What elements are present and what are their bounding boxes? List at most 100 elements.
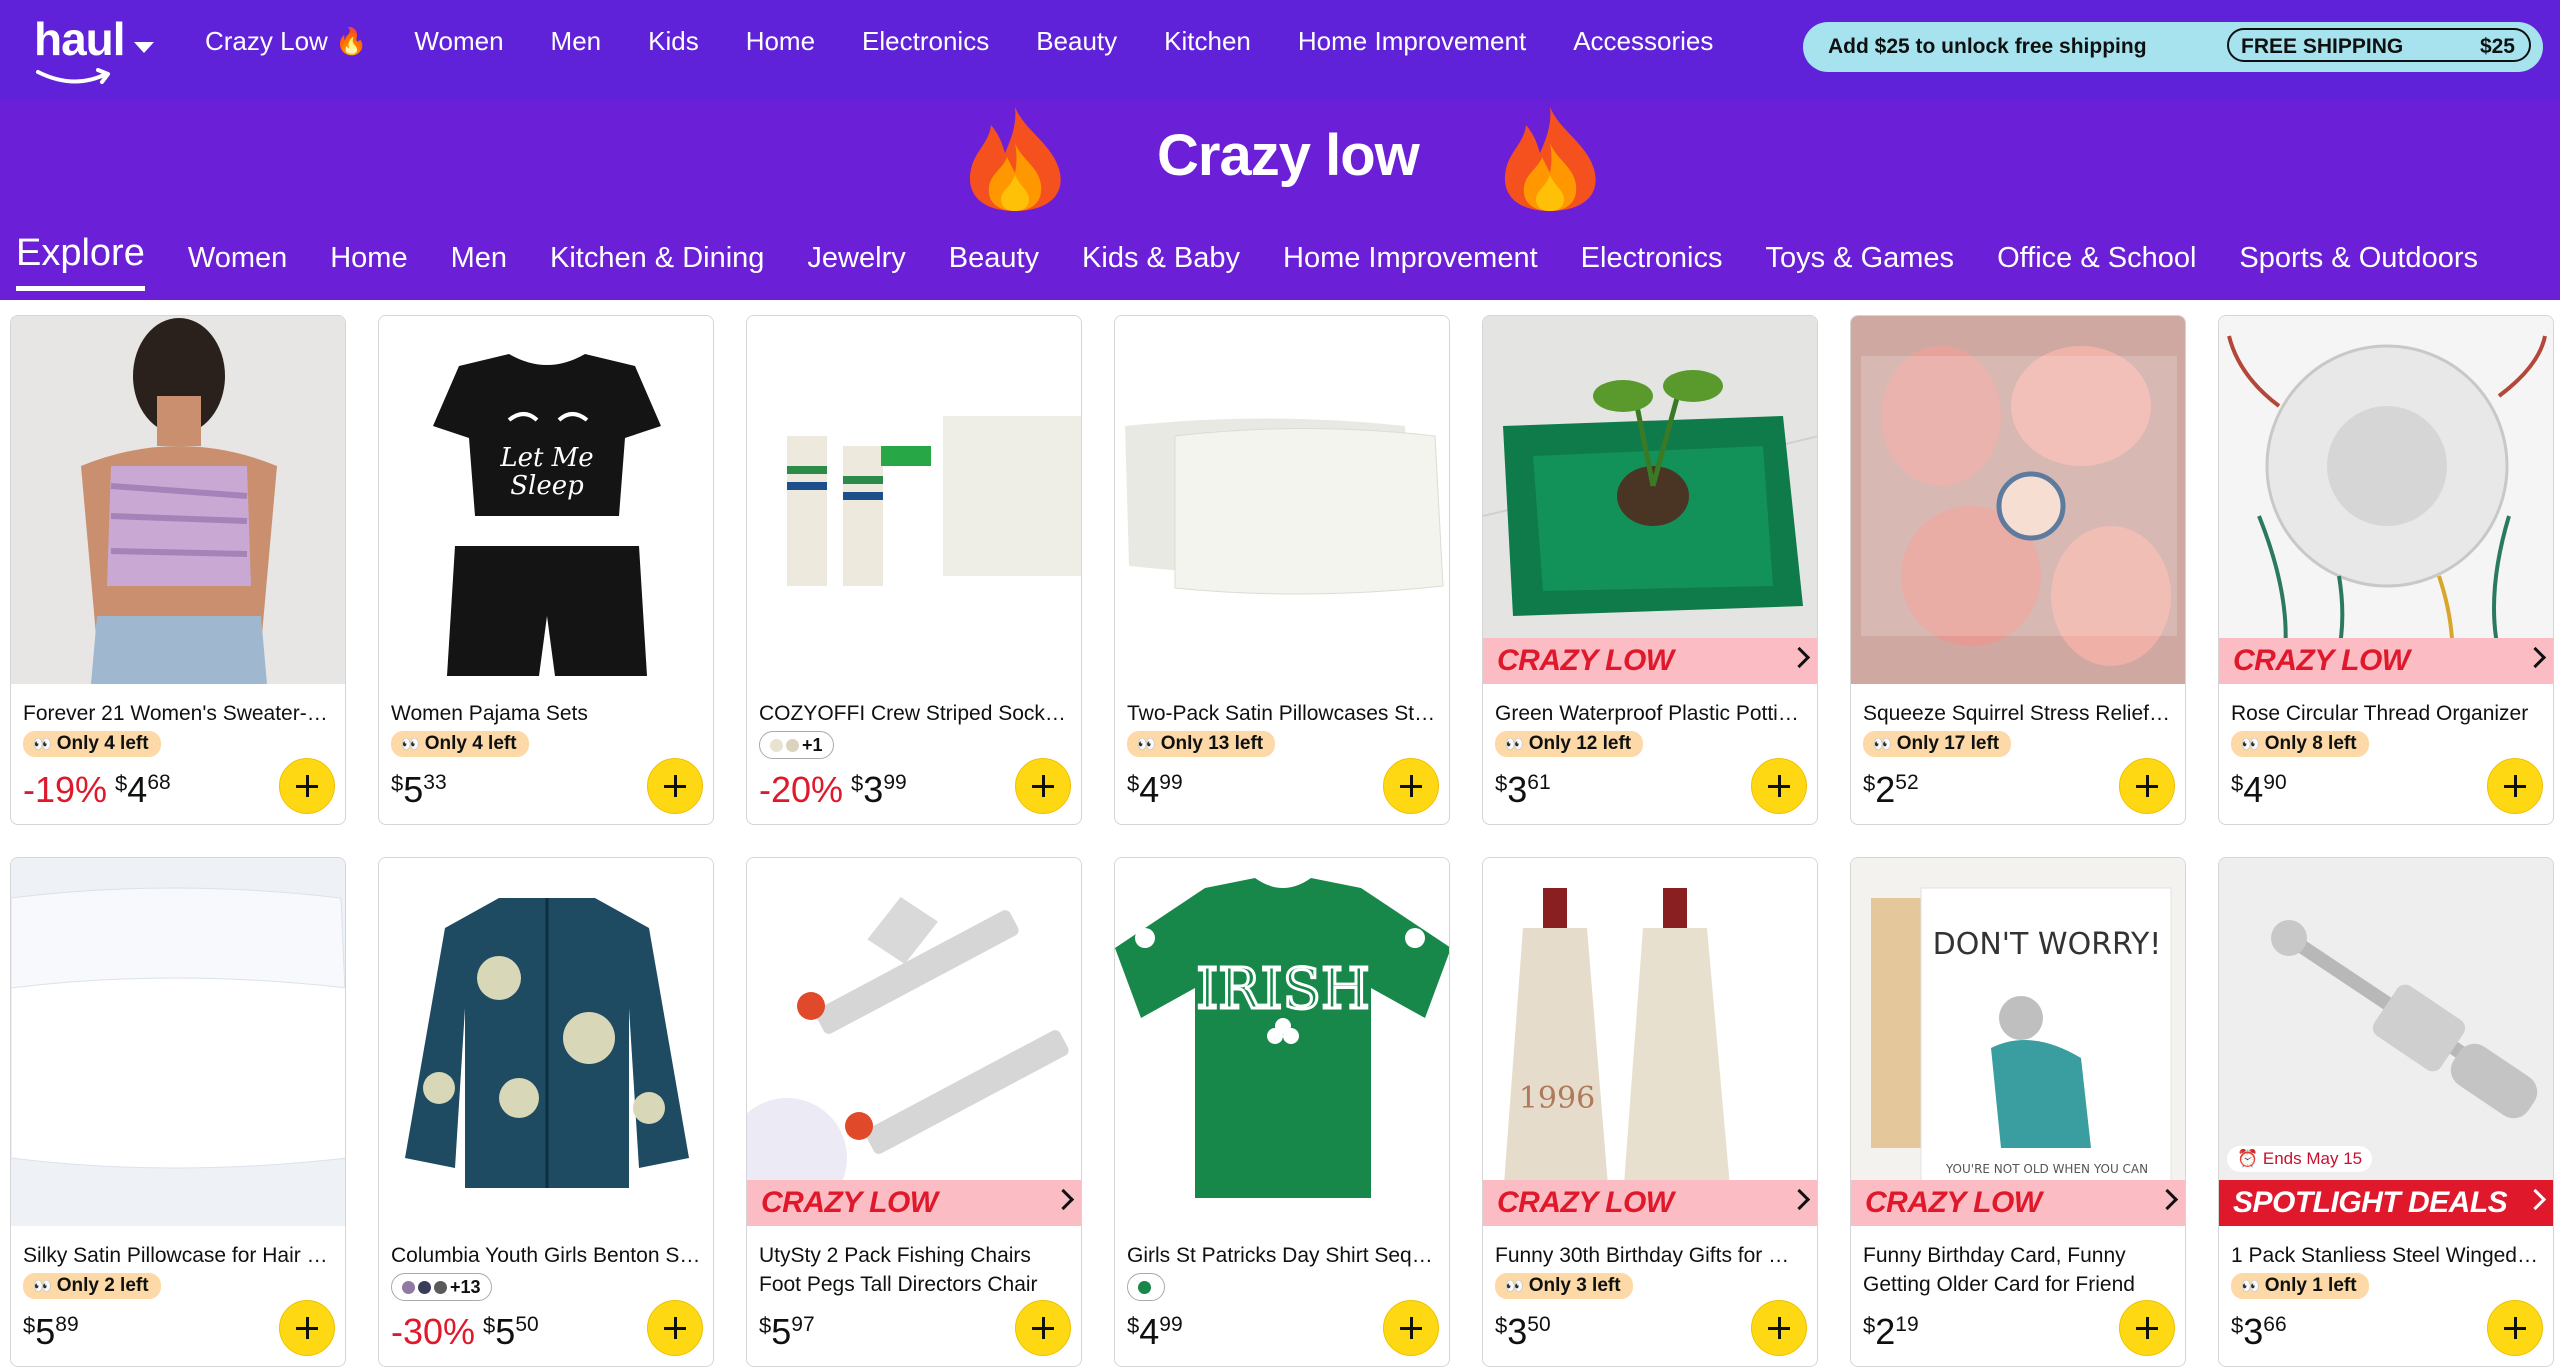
crazy-low-banner[interactable]: CRAZY LOW <box>2219 638 2553 684</box>
product-title[interactable]: Silky Satin Pillowcase for Hair and Skin <box>23 1241 335 1270</box>
nav-home[interactable]: Home <box>746 26 815 57</box>
product-image[interactable]: IRISH <box>1115 858 1449 1226</box>
add-to-cart-button[interactable] <box>279 1300 335 1356</box>
add-to-cart-button[interactable] <box>1015 758 1071 814</box>
crazy-low-banner[interactable]: CRAZY LOW <box>1483 1180 1817 1226</box>
product-title[interactable]: Funny 30th Birthday Gifts for Women <box>1495 1241 1807 1270</box>
product-card[interactable]: COZYOFFI Crew Striped Socks for Women +1… <box>746 315 1082 825</box>
add-to-cart-button[interactable] <box>647 1300 703 1356</box>
add-to-cart-button[interactable] <box>2487 1300 2543 1356</box>
product-title[interactable]: Funny Birthday Card, Funny Getting Older… <box>1863 1241 2175 1299</box>
product-image[interactable]: Let Me Sleep <box>379 316 713 684</box>
tab-home-improvement[interactable]: Home Improvement <box>1283 242 1538 275</box>
nav-kids[interactable]: Kids <box>648 26 699 57</box>
nav-men[interactable]: Men <box>551 26 602 57</box>
color-swatches[interactable]: +1 <box>759 731 834 759</box>
tab-electronics[interactable]: Electronics <box>1581 242 1723 275</box>
product-card[interactable]: Columbia Youth Girls Benton Springs Flee… <box>378 857 714 1367</box>
product-image[interactable] <box>11 316 345 684</box>
chevron-right-icon <box>2524 646 2547 669</box>
product-image[interactable] <box>1115 316 1449 684</box>
add-to-cart-button[interactable] <box>2487 758 2543 814</box>
tab-men[interactable]: Men <box>451 242 507 275</box>
tab-kitchen-dining[interactable]: Kitchen & Dining <box>550 242 764 275</box>
product-card[interactable]: CRAZY LOW UtySty 2 Pack Fishing Chairs F… <box>746 857 1082 1367</box>
haul-logo[interactable]: haul <box>34 12 164 90</box>
product-image[interactable] <box>747 316 1081 684</box>
shipping-message: Add $25 to unlock free shipping <box>1828 35 2147 58</box>
product-image[interactable] <box>11 858 345 1226</box>
product-card[interactable]: Silky Satin Pillowcase for Hair and Skin… <box>10 857 346 1367</box>
free-shipping-progress[interactable]: Add $25 to unlock free shipping FREE SHI… <box>1803 22 2543 72</box>
product-card[interactable]: Let Me Sleep Women Pajama Sets 👀 Only 4 l… <box>378 315 714 825</box>
product-title[interactable]: 1 Pack Stanliess Steel Winged Corkscrew <box>2231 1241 2543 1270</box>
nav-home-improvement[interactable]: Home Improvement <box>1298 26 1526 57</box>
tab-jewelry[interactable]: Jewelry <box>807 242 905 275</box>
chevron-down-icon[interactable] <box>134 42 154 53</box>
add-to-cart-button[interactable] <box>2119 1300 2175 1356</box>
tab-sports-outdoors[interactable]: Sports & Outdoors <box>2239 242 2478 275</box>
smile-icon <box>36 68 110 84</box>
nav-women[interactable]: Women <box>414 26 503 57</box>
crazy-low-banner[interactable]: CRAZY LOW <box>747 1180 1081 1226</box>
product-title[interactable]: UtySty 2 Pack Fishing Chairs Foot Pegs T… <box>759 1241 1071 1299</box>
product-title[interactable]: Green Waterproof Plastic Potting Tray <box>1495 699 1807 728</box>
product-title[interactable]: Women Pajama Sets <box>391 699 703 728</box>
eyes-icon: 👀 <box>2241 736 2260 753</box>
stock-badge: 👀 Only 2 left <box>23 1273 161 1299</box>
nav-kitchen[interactable]: Kitchen <box>1164 26 1251 57</box>
product-image[interactable] <box>379 858 713 1226</box>
spotlight-deals-banner[interactable]: SPOTLIGHT DEALS <box>2219 1180 2553 1226</box>
product-image[interactable] <box>2219 316 2553 684</box>
product-card[interactable]: ⏰ Ends May 15 SPOTLIGHT DEALS 1 Pack Sta… <box>2218 857 2554 1367</box>
nav-crazy-low[interactable]: Crazy Low 🔥 <box>205 26 367 57</box>
product-title[interactable]: COZYOFFI Crew Striped Socks for Women <box>759 699 1071 728</box>
product-title[interactable]: Girls St Patricks Day Shirt Sequin <box>1127 1241 1439 1270</box>
product-card[interactable]: 1996 CRAZY LOW Funny 30th Birthday Gifts… <box>1482 857 1818 1367</box>
product-card[interactable]: Squeeze Squirrel Stress Relief Toy 👀 Only… <box>1850 315 2186 825</box>
product-title[interactable]: Forever 21 Women's Sweater-Knit Cami <box>23 699 335 728</box>
product-card[interactable]: CRAZY LOW Green Waterproof Plastic Potti… <box>1482 315 1818 825</box>
product-card[interactable]: Two-Pack Satin Pillowcases Standard Size… <box>1114 315 1450 825</box>
product-card[interactable]: IRISH Girls St Patricks Day Shirt Sequin… <box>1114 857 1450 1367</box>
nav-beauty[interactable]: Beauty <box>1036 26 1117 57</box>
product-image[interactable] <box>1483 316 1817 684</box>
product-price: $589 <box>23 1311 79 1352</box>
product-image[interactable] <box>1851 316 2185 684</box>
product-title[interactable]: Rose Circular Thread Organizer <box>2231 699 2543 728</box>
add-to-cart-button[interactable] <box>1383 1300 1439 1356</box>
product-price: $533 <box>391 769 447 810</box>
tab-toys-games[interactable]: Toys & Games <box>1766 242 1955 275</box>
product-image[interactable]: DON'T WORRY! YOU'RE NOT OLD WHEN YOU CAN <box>1851 858 2185 1226</box>
color-swatches[interactable]: +13 <box>391 1273 492 1301</box>
svg-text:Let Me: Let Me <box>499 443 593 473</box>
product-title[interactable]: Squeeze Squirrel Stress Relief Toy <box>1863 699 2175 728</box>
nav-electronics[interactable]: Electronics <box>862 26 989 57</box>
product-image[interactable]: 1996 <box>1483 858 1817 1226</box>
eyes-icon: 👀 <box>2241 1278 2260 1295</box>
nav-accessories[interactable]: Accessories <box>1573 26 1713 57</box>
color-swatches[interactable] <box>1127 1273 1165 1301</box>
add-to-cart-button[interactable] <box>1383 758 1439 814</box>
product-card[interactable]: Forever 21 Women's Sweater-Knit Cami 👀On… <box>10 315 346 825</box>
tab-explore[interactable]: Explore <box>16 232 145 291</box>
free-shipping-pill: FREE SHIPPING $25 <box>2227 28 2531 62</box>
tab-women[interactable]: Women <box>188 242 287 275</box>
product-title[interactable]: Columbia Youth Girls Benton Springs Flee… <box>391 1241 703 1270</box>
tab-home[interactable]: Home <box>330 242 407 275</box>
add-to-cart-button[interactable] <box>1751 1300 1807 1356</box>
add-to-cart-button[interactable] <box>2119 758 2175 814</box>
product-card[interactable]: DON'T WORRY! YOU'RE NOT OLD WHEN YOU CAN… <box>1850 857 2186 1367</box>
product-card[interactable]: CRAZY LOW Rose Circular Thread Organizer… <box>2218 315 2554 825</box>
tab-beauty[interactable]: Beauty <box>949 242 1039 275</box>
add-to-cart-button[interactable] <box>279 758 335 814</box>
tab-kids-baby[interactable]: Kids & Baby <box>1082 242 1240 275</box>
add-to-cart-button[interactable] <box>1751 758 1807 814</box>
product-image[interactable] <box>747 858 1081 1226</box>
crazy-low-banner[interactable]: CRAZY LOW <box>1851 1180 2185 1226</box>
tab-office-school[interactable]: Office & School <box>1997 242 2196 275</box>
crazy-low-banner[interactable]: CRAZY LOW <box>1483 638 1817 684</box>
add-to-cart-button[interactable] <box>1015 1300 1071 1356</box>
product-title[interactable]: Two-Pack Satin Pillowcases Standard Size <box>1127 699 1439 728</box>
add-to-cart-button[interactable] <box>647 758 703 814</box>
